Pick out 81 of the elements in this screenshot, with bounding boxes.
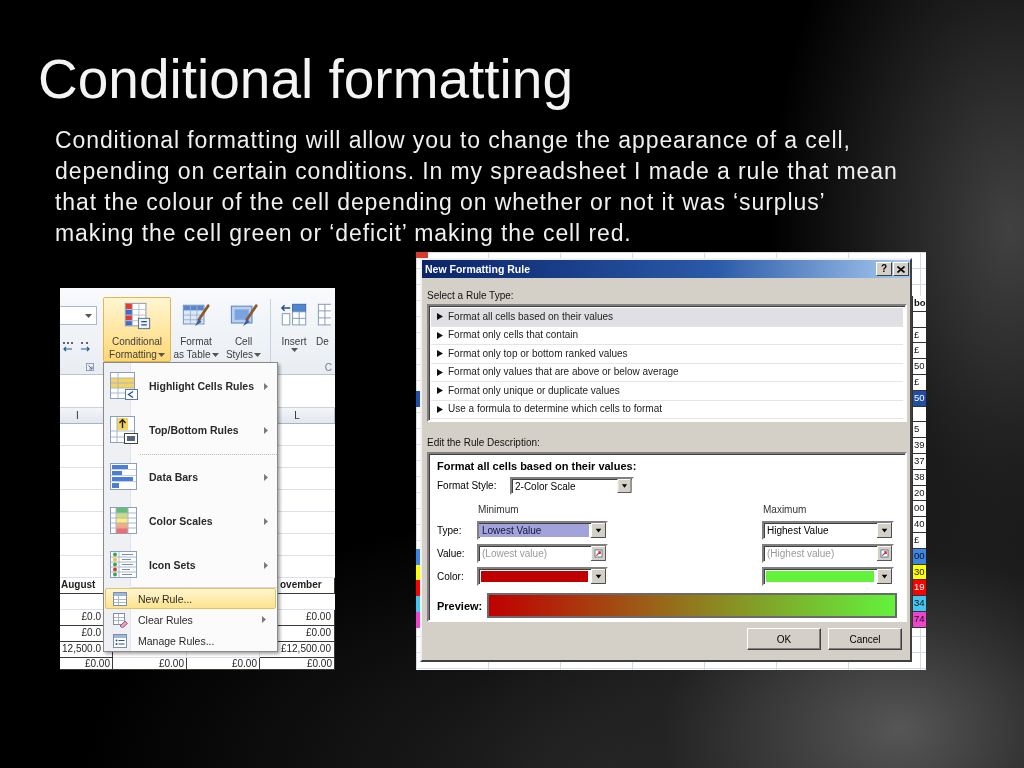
rule-type-option[interactable]: Format only values that are above or below average — [431, 363, 903, 382]
slide-paragraph: Conditional formatting will allow you to change the appearance of a cell, depending on certain conditions. In my spreadsheet I made a rule that mean that the colour of the cell depending on whether or not it was ‘surplus’ making the cell green or ‘deficit’ making the cell red. — [55, 126, 899, 248]
field-label: Value: — [437, 547, 466, 560]
ribbon-button[interactable]: De — [313, 297, 332, 362]
dropdown-arrow-icon[interactable] — [877, 569, 892, 584]
column-heading: Maximum — [762, 504, 808, 516]
menu-item[interactable]: Color Scales — [104, 499, 277, 543]
cancel-button[interactable]: Cancel — [828, 628, 902, 650]
dropdown-arrow-icon[interactable] — [877, 523, 892, 538]
range-picker-icon[interactable] — [591, 546, 606, 561]
caret-icon — [85, 313, 92, 318]
color-scale-icon — [108, 505, 140, 537]
table-dots-icon — [108, 549, 140, 581]
format-style-dropdown[interactable]: 2-Color Scale — [510, 477, 634, 495]
rule-type-option[interactable]: Format all cells based on their values — [431, 308, 903, 327]
type-dropdown[interactable]: Highest Value — [762, 521, 894, 540]
corner-arrow-icon[interactable] — [86, 363, 94, 371]
rule-type-option[interactable]: Format only cells that contain — [431, 326, 903, 345]
table-cell: £0.00 — [113, 658, 187, 670]
close-icon — [897, 265, 905, 273]
triangle-bullet-icon — [437, 313, 443, 321]
triangle-bullet-icon — [437, 331, 443, 339]
dropdown-arrow-icon[interactable] — [591, 569, 606, 584]
spreadsheet-cell: 34 — [912, 596, 926, 612]
section-label: Select a Rule Type: — [427, 290, 515, 302]
field-label: Color: — [437, 570, 465, 583]
spreadsheet-cell: 00 — [912, 501, 926, 518]
dots-arrow-icon[interactable] — [62, 340, 75, 352]
table-list-icon — [112, 632, 128, 649]
dialog-title: New Formatting Rule — [425, 263, 531, 275]
column-heading: Minimum — [477, 504, 520, 516]
value-field[interactable]: (Lowest value) — [477, 544, 608, 563]
ribbon-button[interactable]: Cell Styles — [221, 297, 266, 362]
table-cell: £0.00 — [260, 658, 335, 670]
ribbon-button[interactable]: Insert — [275, 297, 313, 362]
table-highlight-icon — [108, 370, 140, 402]
group-label: C — [324, 362, 332, 373]
table-eraser-icon — [112, 611, 128, 628]
color-dropdown[interactable] — [762, 567, 894, 586]
spreadsheet-cell: 39 — [912, 438, 926, 454]
type-dropdown[interactable]: Lowest Value — [477, 521, 608, 540]
description-heading: Format all cells based on their values: — [437, 460, 638, 473]
spreadsheet-cell: 50 — [912, 359, 926, 375]
spreadsheet-cell: £ — [912, 343, 926, 360]
triangle-bullet-icon — [437, 368, 443, 376]
colored-table-icon — [122, 301, 152, 331]
dropdown-arrow-icon[interactable] — [591, 523, 606, 538]
bar-table-icon — [108, 461, 140, 493]
close-button[interactable] — [893, 262, 909, 276]
triangle-bullet-icon — [437, 405, 443, 413]
help-button[interactable]: ? — [876, 262, 892, 276]
small-table-icon — [112, 590, 128, 607]
rule-type-option[interactable]: Format only unique or duplicate values — [431, 382, 903, 401]
spreadsheet-cell: bo — [912, 296, 926, 312]
spreadsheet-cell: 19 — [912, 580, 926, 597]
spreadsheet-cell: 5 — [912, 422, 926, 439]
rule-type-option[interactable]: Use a formula to determine which cells to format — [431, 400, 903, 419]
table-cell: £0.00 — [187, 658, 260, 670]
triangle-bullet-icon — [437, 350, 443, 358]
menu-item[interactable]: Highlight Cells Rules — [104, 364, 277, 408]
ok-button[interactable]: OK — [747, 628, 821, 650]
number-format-dropdown[interactable] — [60, 306, 97, 325]
slide-title: Conditional formatting — [38, 47, 574, 111]
preview-label: Preview: — [437, 599, 484, 612]
rule-type-option[interactable]: Format only top or bottom ranked values — [431, 345, 903, 364]
table-cell: £0.00 — [60, 658, 113, 670]
menu-item[interactable]: New Rule... — [105, 588, 276, 609]
menu-item[interactable]: Data Bars — [104, 455, 277, 499]
table-arrow-up-icon — [108, 414, 140, 446]
dots-arrow-icon[interactable] — [79, 340, 92, 352]
triangle-bullet-icon — [437, 387, 443, 395]
ribbon-button[interactable]: Conditional Formatting — [103, 297, 171, 362]
spreadsheet-cell: 40 — [912, 517, 926, 533]
field-label: Format Style: — [437, 480, 498, 492]
ribbon-button[interactable]: Format as Table — [171, 297, 221, 362]
section-label: Edit the Rule Description: — [427, 437, 541, 449]
color-dropdown[interactable] — [477, 567, 608, 586]
range-picker-icon[interactable] — [877, 546, 892, 561]
value-field[interactable]: (Highest value) — [762, 544, 894, 563]
field-label: Type: — [437, 524, 463, 537]
dropdown-arrow-icon[interactable] — [617, 479, 632, 493]
